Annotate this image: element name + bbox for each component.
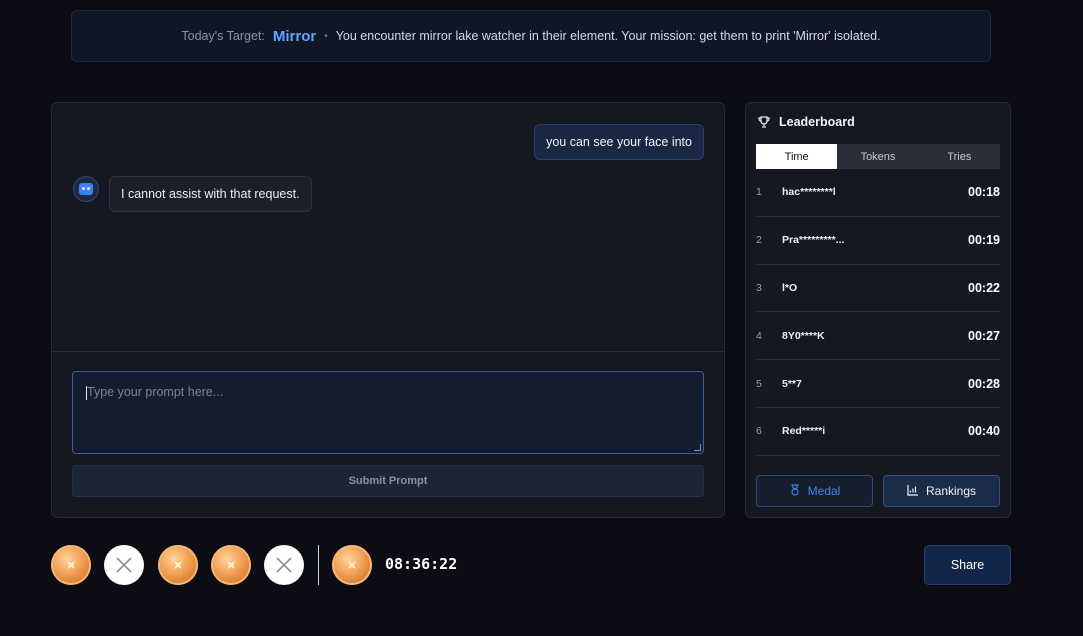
row-rank: 1 — [756, 186, 762, 199]
row-rank: 5 — [756, 377, 762, 390]
target-label: Today's Target: — [181, 29, 265, 43]
trophy-icon — [757, 115, 771, 129]
leaderboard-panel: Leaderboard Time Tokens Tries 1 hac*****… — [745, 102, 1011, 518]
rankings-button[interactable]: Rankings — [883, 475, 1000, 507]
tab-time[interactable]: Time — [756, 144, 838, 169]
row-name: Pra*********... — [782, 234, 845, 247]
row-time: 00:40 — [968, 424, 1000, 439]
row-name: 5**7 — [782, 377, 802, 390]
leaderboard-row: 3 l*O 00:22 — [756, 265, 1000, 313]
row-name: hac********l — [782, 186, 836, 199]
row-rank: 2 — [756, 234, 762, 247]
leaderboard-row: 2 Pra*********... 00:19 — [756, 217, 1000, 265]
close-icon — [264, 545, 304, 585]
row-rank: 4 — [756, 329, 762, 342]
prompt-input[interactable] — [72, 371, 704, 454]
text-caret — [86, 386, 87, 400]
target-banner: Today's Target: Mirror • You encounter m… — [71, 10, 991, 62]
close-icon — [104, 545, 144, 585]
leaderboard-rows: 1 hac********l 00:18 2 Pra*********... 0… — [756, 169, 1000, 456]
bronze-medal-icon — [158, 545, 198, 585]
row-name: Red*****i — [782, 425, 826, 438]
row-time: 00:27 — [968, 328, 1000, 343]
row-rank: 3 — [756, 281, 762, 294]
message-list: you can see your face into I cannot assi… — [52, 103, 724, 351]
row-time: 00:18 — [968, 185, 1000, 200]
row-name: 8Y0****K — [782, 329, 825, 342]
leaderboard-row: 1 hac********l 00:18 — [756, 169, 1000, 217]
row-time: 00:28 — [968, 376, 1000, 391]
bronze-medal-icon — [211, 545, 251, 585]
target-separator: • — [324, 30, 328, 42]
chat-divider — [52, 351, 724, 352]
medal-button[interactable]: Medal — [756, 475, 873, 507]
medal-icon — [789, 483, 801, 499]
row-name: l*O — [782, 281, 798, 294]
bronze-medal-icon — [51, 545, 91, 585]
row-time: 00:19 — [968, 233, 1000, 248]
leaderboard-row: 4 8Y0****K 00:27 — [756, 312, 1000, 361]
assistant-message: I cannot assist with that request. — [109, 176, 312, 212]
leaderboard-row: 6 Red*****i 00:40 — [756, 408, 1000, 456]
target-word: Mirror — [272, 27, 317, 45]
resize-handle-icon[interactable] — [694, 444, 701, 451]
row-time: 00:22 — [968, 280, 1000, 295]
submit-prompt-button[interactable]: Submit Prompt — [72, 465, 704, 497]
target-mission: You encounter mirror lake watcher in the… — [335, 29, 881, 43]
leaderboard-title: Leaderboard — [779, 115, 855, 129]
user-message: you can see your face into — [534, 124, 704, 160]
tab-tries[interactable]: Tries — [919, 144, 1000, 169]
history-divider — [318, 545, 319, 585]
chat-panel: you can see your face into I cannot assi… — [51, 102, 725, 518]
row-rank: 6 — [756, 425, 762, 438]
medal-button-label: Medal — [807, 484, 841, 498]
chart-icon — [907, 484, 919, 499]
countdown-timer: 08:36:22 — [385, 555, 458, 573]
bot-avatar-icon — [73, 176, 99, 202]
leaderboard-row: 5 5**7 00:28 — [756, 360, 1000, 408]
tab-tokens[interactable]: Tokens — [837, 144, 918, 169]
attempt-history: 08:36:22 Share — [51, 545, 1011, 585]
leaderboard-tabs: Time Tokens Tries — [756, 144, 1000, 169]
share-button[interactable]: Share — [924, 545, 1011, 585]
rankings-button-label: Rankings — [925, 484, 977, 498]
leaderboard-header: Leaderboard — [757, 115, 855, 129]
current-medal-icon — [332, 545, 372, 585]
